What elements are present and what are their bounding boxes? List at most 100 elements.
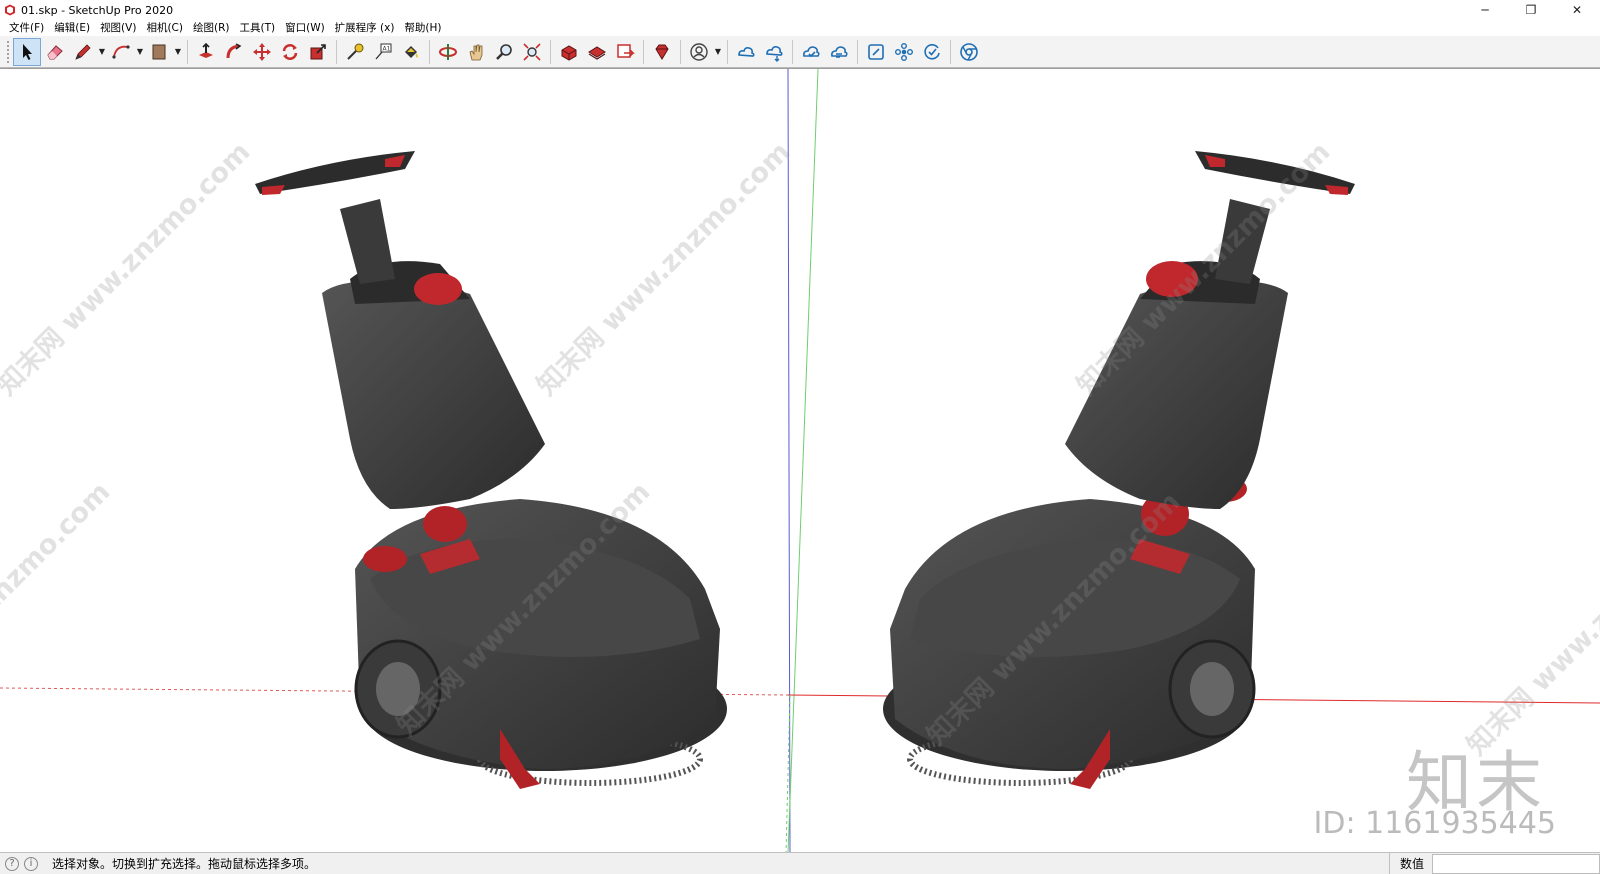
check-icon	[924, 43, 940, 60]
zoom-tool-button[interactable]	[490, 38, 518, 66]
send-to-layout-button[interactable]	[611, 38, 639, 66]
rectangle-icon	[152, 44, 166, 59]
menu-draw[interactable]: 绘图(R)	[188, 20, 235, 35]
move-icon	[253, 42, 271, 61]
window-title: 01.skp - SketchUp Pro 2020	[21, 3, 174, 17]
paint-bucket-tool-button[interactable]	[397, 38, 425, 66]
3d-warehouse-icon	[561, 44, 577, 61]
measurements-box: 数值	[1388, 853, 1600, 874]
select-icon	[23, 43, 32, 60]
toolbar-separator	[550, 39, 551, 64]
pan-icon	[469, 44, 483, 60]
push-pull-icon	[199, 42, 213, 58]
push-pull-tool-button[interactable]	[192, 38, 220, 66]
extension-warehouse-icon	[588, 45, 606, 60]
menu-view[interactable]: 视图(V)	[95, 20, 141, 35]
menu-bar: 文件(F) 编辑(E) 视图(V) 相机(C) 绘图(R) 工具(T) 窗口(W…	[0, 18, 1600, 36]
scale-tool-button[interactable]	[304, 38, 332, 66]
menu-file[interactable]: 文件(F)	[4, 20, 49, 35]
text-label-icon: A1	[375, 43, 392, 59]
info-icon[interactable]: i	[24, 856, 38, 871]
toolbar-separator	[792, 39, 793, 64]
trimble-connect-icon	[738, 46, 755, 57]
toolbar-grip[interactable]	[6, 39, 10, 64]
toolbar-separator	[429, 39, 430, 64]
arc-dropdown-chevron-icon[interactable]: ▼	[135, 38, 145, 66]
tape-measure-icon	[347, 43, 364, 60]
blue-axis	[787, 69, 791, 852]
pencil-dropdown-chevron-icon[interactable]: ▼	[97, 38, 107, 66]
cloud-sync-button[interactable]	[825, 38, 853, 66]
select-tool-button[interactable]	[13, 37, 41, 66]
follow-me-icon	[226, 42, 242, 58]
geolocation-icon[interactable]: ?	[5, 856, 19, 871]
rectangle-tool-button[interactable]	[145, 38, 173, 66]
model-scene[interactable]	[0, 69, 1600, 852]
minimize-button[interactable]: ─	[1462, 0, 1508, 20]
toolbar-separator	[950, 39, 951, 64]
check-button[interactable]	[918, 38, 946, 66]
toolbar-separator	[727, 39, 728, 64]
menu-tools[interactable]: 工具(T)	[234, 20, 280, 35]
cloud-upload-icon	[803, 45, 820, 57]
measurements-input[interactable]	[1432, 854, 1600, 874]
title-bar: 01.skp - SketchUp Pro 2020 ─ ❐ ✕	[0, 0, 1600, 20]
trimble-connect-share-button[interactable]	[760, 38, 788, 66]
menu-edit[interactable]: 编辑(E)	[49, 20, 95, 35]
components-button[interactable]	[890, 38, 918, 66]
arc-tool-button[interactable]	[107, 38, 135, 66]
pencil-tool-button[interactable]	[69, 38, 97, 66]
zoom-extents-icon	[523, 42, 541, 61]
orbit-tool-button[interactable]	[434, 38, 462, 66]
pencil-icon	[75, 43, 91, 60]
main-toolbar: ▼ ▼ ▼ A1 ▼	[0, 36, 1600, 68]
zoom-icon	[496, 43, 512, 60]
sketchup-window: 01.skp - SketchUp Pro 2020 ─ ❐ ✕ 文件(F) 编…	[0, 0, 1600, 874]
trimble-connect-button[interactable]	[732, 38, 760, 66]
menu-help[interactable]: 帮助(H)	[399, 20, 446, 35]
send-to-layout-icon	[617, 43, 635, 58]
menu-camera[interactable]: 相机(C)	[141, 20, 188, 35]
3d-warehouse-button[interactable]	[555, 38, 583, 66]
follow-me-tool-button[interactable]	[220, 38, 248, 66]
extension-warehouse-button[interactable]	[583, 38, 611, 66]
menu-extensions[interactable]: 扩展程序 (x)	[330, 20, 400, 35]
rotate-icon	[282, 43, 298, 60]
toolbar-separator	[336, 39, 337, 64]
move-tool-button[interactable]	[248, 38, 276, 66]
brand-id: ID: 1161935445	[1313, 806, 1556, 841]
chrome-icon	[960, 42, 978, 61]
arc-icon	[112, 44, 130, 59]
cloud-upload-button[interactable]	[797, 38, 825, 66]
menu-window[interactable]: 窗口(W)	[280, 20, 330, 35]
rectangle-dropdown-chevron-icon[interactable]: ▼	[173, 38, 183, 66]
pan-tool-button[interactable]	[462, 38, 490, 66]
extension-manager-icon	[655, 44, 669, 60]
extension-manager-button[interactable]	[648, 38, 676, 66]
scale-icon	[310, 43, 326, 59]
user-account-button[interactable]	[685, 38, 713, 66]
trimble-connect-share-icon	[766, 45, 783, 62]
sketchup-logo-icon	[5, 4, 15, 16]
text-tool-button[interactable]: A1	[369, 38, 397, 66]
section-plane-button[interactable]	[862, 38, 890, 66]
measurements-label: 数值	[1388, 853, 1432, 874]
eraser-tool-button[interactable]	[41, 38, 69, 66]
components-icon	[895, 42, 913, 61]
zoom-extents-tool-button[interactable]	[518, 38, 546, 66]
orbit-icon	[439, 43, 457, 60]
chrome-button[interactable]	[955, 38, 983, 66]
user-account-icon	[690, 42, 708, 61]
cloud-sync-icon	[831, 45, 848, 58]
rotate-tool-button[interactable]	[276, 38, 304, 66]
toolbar-separator	[680, 39, 681, 64]
close-button[interactable]: ✕	[1554, 0, 1600, 20]
restore-button[interactable]: ❐	[1508, 0, 1554, 20]
green-axis	[787, 69, 819, 852]
toolbar-separator	[857, 39, 858, 64]
tape-measure-tool-button[interactable]	[341, 38, 369, 66]
user-dropdown-chevron-icon[interactable]: ▼	[713, 38, 723, 66]
toolbar-separator	[643, 39, 644, 64]
model-viewport[interactable]: 知末网 www.znzmo.com 知末网 www.znzmo.com 知末网 …	[0, 68, 1600, 852]
section-plane-icon	[868, 43, 884, 60]
